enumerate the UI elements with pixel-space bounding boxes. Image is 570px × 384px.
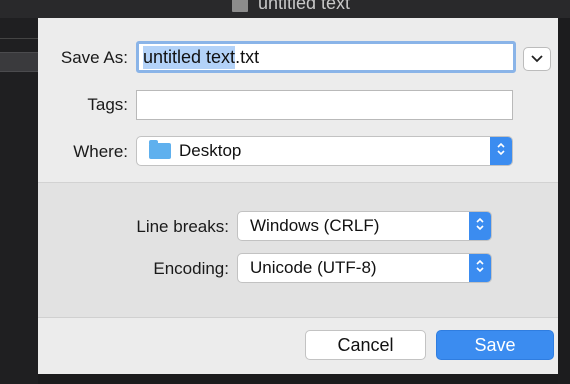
where-popup[interactable]: Desktop — [136, 136, 513, 166]
save-dialog: Save As: untitled text .txt Tags: Where: … — [38, 18, 558, 374]
filename-extension: .txt — [235, 46, 260, 67]
background-divider — [0, 38, 38, 39]
where-label: Where: — [73, 142, 128, 161]
filename-field[interactable]: untitled text .txt — [136, 41, 516, 73]
cancel-button[interactable]: Cancel — [305, 330, 426, 360]
filename-selected-text: untitled text — [143, 45, 236, 69]
save-button[interactable]: Save — [436, 330, 554, 360]
up-down-chevron-icon — [475, 258, 485, 279]
window-title-group: untitled text — [232, 0, 350, 14]
window-titlebar: untitled text — [0, 0, 570, 18]
folder-icon — [149, 140, 171, 159]
where-stepper — [490, 137, 512, 165]
line-breaks-value: Windows (CRLF) — [250, 216, 380, 235]
background-editor-right — [558, 18, 570, 384]
where-value: Desktop — [179, 141, 242, 160]
line-breaks-popup[interactable]: Windows (CRLF) — [237, 211, 492, 241]
line-breaks-stepper — [469, 212, 491, 240]
line-breaks-label: Line breaks: — [136, 217, 229, 236]
encoding-value: Unicode (UTF-8) — [250, 258, 377, 277]
save-as-label: Save As: — [60, 48, 128, 67]
up-down-chevron-icon — [496, 141, 506, 162]
tags-field[interactable] — [136, 90, 513, 120]
up-down-chevron-icon — [475, 216, 485, 237]
expand-dialog-button[interactable] — [523, 47, 551, 71]
tags-label: Tags: — [87, 95, 128, 114]
background-tab — [0, 52, 38, 72]
encoding-popup[interactable]: Unicode (UTF-8) — [237, 253, 492, 283]
encoding-label: Encoding: — [153, 259, 229, 278]
document-icon — [232, 0, 248, 12]
chevron-down-icon — [531, 50, 543, 68]
dialog-options-section — [38, 183, 558, 318]
background-editor-left — [0, 18, 38, 384]
window-title: untitled text — [258, 0, 351, 13]
encoding-stepper — [469, 254, 491, 282]
